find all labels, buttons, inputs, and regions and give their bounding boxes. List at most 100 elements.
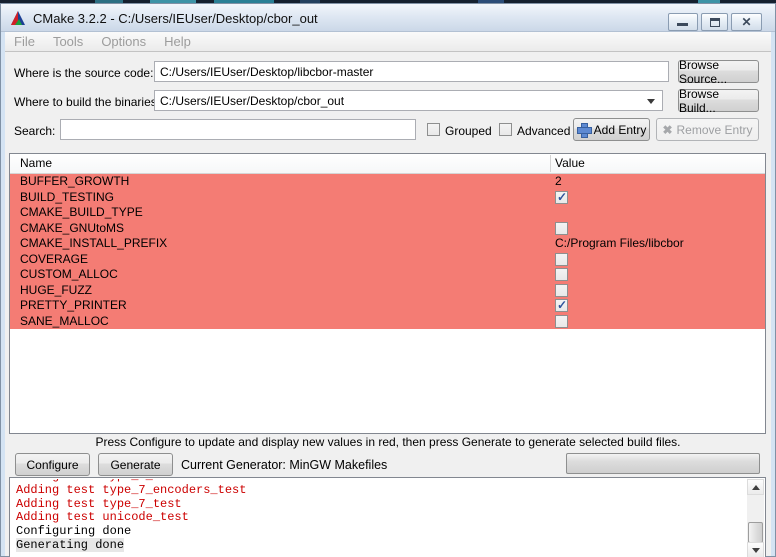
log-line: Adding test type_7_test bbox=[16, 498, 746, 512]
log-line-text: Adding test unicode_test bbox=[16, 510, 189, 524]
log-line: Generating done bbox=[16, 539, 746, 553]
browse-build-button[interactable]: Browse Build... bbox=[678, 89, 759, 112]
add-entry-button[interactable]: Add Entry bbox=[573, 118, 650, 141]
log-lines: Adding test type_6_testAdding test type_… bbox=[11, 479, 746, 557]
source-code-label: Where is the source code: bbox=[14, 66, 153, 80]
log-line-text: Adding test type_7_test bbox=[16, 497, 182, 511]
value-checkbox[interactable] bbox=[555, 284, 568, 297]
minimize-icon bbox=[677, 23, 688, 26]
arrow-down-icon bbox=[752, 548, 760, 553]
cache-entry-value bbox=[555, 298, 568, 314]
build-path-combobox[interactable]: C:/Users/IEUser/Desktop/cbor_out bbox=[154, 90, 663, 111]
window-border-right bbox=[771, 32, 775, 556]
table-row[interactable]: CUSTOM_ALLOC bbox=[10, 267, 765, 283]
cache-entry-name: COVERAGE bbox=[20, 252, 88, 268]
search-input[interactable] bbox=[60, 119, 416, 140]
menu-options[interactable]: Options bbox=[92, 34, 155, 49]
generate-button[interactable]: Generate bbox=[98, 453, 173, 476]
grouped-label: Grouped bbox=[445, 124, 492, 138]
chevron-down-icon[interactable] bbox=[647, 99, 655, 104]
cmake-logo-icon bbox=[10, 10, 26, 26]
cache-entry-name: CMAKE_INSTALL_PREFIX bbox=[20, 236, 167, 252]
close-button[interactable]: ✕ bbox=[731, 13, 762, 31]
cache-entry-name: HUGE_FUZZ bbox=[20, 283, 92, 299]
cmake-cache-rows: BUFFER_GROWTH 2 BUILD_TESTINGCMAKE_BUILD_T… bbox=[10, 174, 765, 329]
value-checkbox[interactable] bbox=[555, 191, 568, 204]
menu-tools[interactable]: Tools bbox=[44, 34, 92, 49]
source-path-input[interactable]: C:/Users/IEUser/Desktop/libcbor-master bbox=[154, 61, 669, 82]
search-label: Search: bbox=[14, 124, 55, 138]
cache-entry-name: CMAKE_BUILD_TYPE bbox=[20, 205, 143, 221]
log-line-text: Configuring done bbox=[16, 524, 131, 538]
title-bar[interactable]: CMake 3.2.2 - C:/Users/IEUser/Desktop/cb… bbox=[1, 4, 775, 32]
scroll-up-button[interactable] bbox=[747, 479, 764, 495]
value-checkbox[interactable] bbox=[555, 315, 568, 328]
cache-entry-name: PRETTY_PRINTER bbox=[20, 298, 127, 314]
log-line-text: Adding test type_7_encoders_test bbox=[16, 483, 246, 497]
table-row[interactable]: BUILD_TESTING bbox=[10, 190, 765, 206]
maximize-button[interactable] bbox=[701, 13, 728, 31]
column-divider[interactable] bbox=[550, 155, 551, 172]
log-line-text: Generating done bbox=[16, 538, 124, 552]
value-text[interactable]: 2 bbox=[555, 174, 562, 190]
cmake-window: CMake 3.2.2 - C:/Users/IEUser/Desktop/cb… bbox=[0, 3, 776, 557]
window-border-left bbox=[1, 32, 5, 556]
remove-entry-label: Remove Entry bbox=[677, 123, 753, 137]
menu-help[interactable]: Help bbox=[155, 34, 200, 49]
minimize-button[interactable] bbox=[668, 13, 698, 31]
browse-build-label: Browse Build... bbox=[679, 87, 758, 115]
value-checkbox[interactable] bbox=[555, 268, 568, 281]
cache-entry-value bbox=[555, 267, 568, 283]
progress-bar bbox=[566, 453, 760, 474]
table-row[interactable]: COVERAGE bbox=[10, 252, 765, 268]
build-path-value: C:/Users/IEUser/Desktop/cbor_out bbox=[160, 94, 344, 108]
table-row[interactable]: SANE_MALLOC bbox=[10, 314, 765, 330]
advanced-checkbox[interactable] bbox=[499, 123, 512, 136]
arrow-up-icon bbox=[752, 485, 760, 490]
remove-entry-button[interactable]: ✖ Remove Entry bbox=[656, 118, 759, 141]
menu-bar: File Tools Options Help bbox=[1, 32, 775, 52]
column-header-value: Value bbox=[555, 156, 585, 170]
cache-entry-value: C:/Program Files/libcbor bbox=[555, 236, 684, 252]
build-binaries-label: Where to build the binaries: bbox=[14, 95, 160, 109]
table-row[interactable]: BUFFER_GROWTH 2 bbox=[10, 174, 765, 190]
scrollbar-thumb[interactable] bbox=[748, 522, 763, 543]
cache-entry-value bbox=[555, 252, 568, 268]
cache-entry-value bbox=[555, 221, 568, 237]
maximize-icon bbox=[710, 18, 720, 27]
value-checkbox[interactable] bbox=[555, 299, 568, 312]
grouped-checkbox[interactable] bbox=[427, 123, 440, 136]
cache-entry-value bbox=[555, 283, 568, 299]
cache-entry-value bbox=[555, 314, 568, 330]
table-row[interactable]: CMAKE_GNUtoMS bbox=[10, 221, 765, 237]
current-generator-label: Current Generator: MinGW Makefiles bbox=[181, 458, 387, 472]
table-row[interactable]: CMAKE_BUILD_TYPE bbox=[10, 205, 765, 221]
configure-hint-text: Press Configure to update and display ne… bbox=[1, 435, 775, 449]
window-title: CMake 3.2.2 - C:/Users/IEUser/Desktop/cb… bbox=[33, 11, 318, 26]
cache-variable-table: Name Value BUFFER_GROWTH2BUILD_TESTINGCM… bbox=[9, 153, 766, 434]
log-line: Adding test type_7_encoders_test bbox=[16, 484, 746, 498]
browse-source-label: Browse Source... bbox=[679, 58, 758, 86]
value-text[interactable]: C:/Program Files/libcbor bbox=[555, 236, 684, 252]
table-row[interactable]: CMAKE_INSTALL_PREFIX C:/Program Files/lib… bbox=[10, 236, 765, 252]
browse-source-button[interactable]: Browse Source... bbox=[678, 60, 759, 83]
table-row[interactable]: HUGE_FUZZ bbox=[10, 283, 765, 299]
configure-label: Configure bbox=[26, 458, 78, 472]
log-scrollbar[interactable] bbox=[747, 479, 764, 557]
scroll-down-button[interactable] bbox=[747, 542, 764, 557]
add-entry-label: Add Entry bbox=[594, 123, 647, 137]
output-log[interactable]: Adding test type_6_testAdding test type_… bbox=[9, 477, 766, 557]
generate-label: Generate bbox=[110, 458, 160, 472]
x-icon: ✖ bbox=[662, 123, 672, 137]
log-line: Configuring done bbox=[16, 525, 746, 539]
cache-entry-name: BUFFER_GROWTH bbox=[20, 174, 129, 190]
cache-entry-value bbox=[555, 190, 568, 206]
cache-entry-name: BUILD_TESTING bbox=[20, 190, 114, 206]
configure-button[interactable]: Configure bbox=[15, 453, 90, 476]
value-checkbox[interactable] bbox=[555, 222, 568, 235]
menu-file[interactable]: File bbox=[5, 34, 44, 49]
cache-entry-name: CMAKE_GNUtoMS bbox=[20, 221, 124, 237]
table-row[interactable]: PRETTY_PRINTER bbox=[10, 298, 765, 314]
column-header-name: Name bbox=[20, 156, 52, 170]
value-checkbox[interactable] bbox=[555, 253, 568, 266]
